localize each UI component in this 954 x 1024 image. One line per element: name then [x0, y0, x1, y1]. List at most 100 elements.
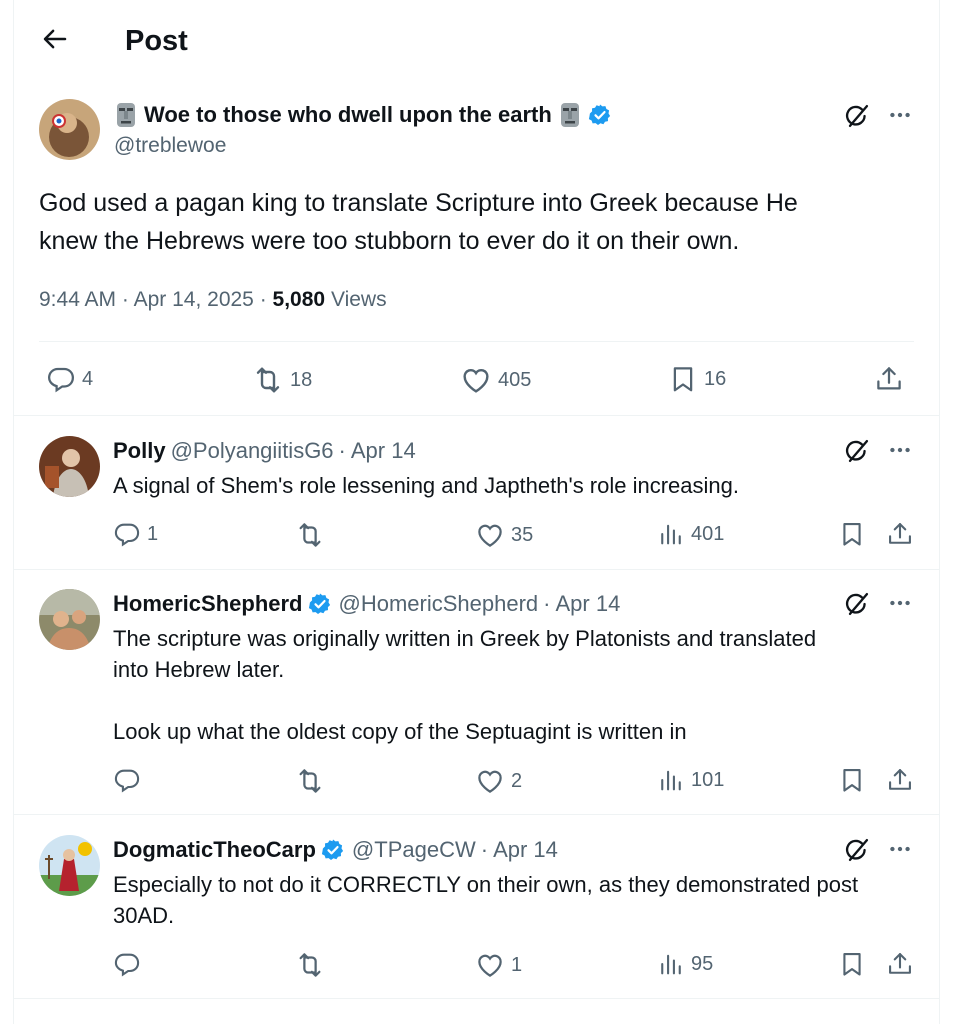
handle[interactable]: @treblewoe [114, 132, 226, 160]
repost-icon [252, 364, 284, 396]
reply-text-line: 30AD. [113, 903, 175, 928]
reply-button[interactable]: 4 [46, 364, 93, 394]
reply-text: A signal of Shem's role lessening and Ja… [113, 470, 923, 501]
like-button[interactable]: 405 [460, 364, 531, 396]
grok-icon [843, 437, 871, 465]
like-count: 35 [511, 523, 534, 546]
reply-text-line: into Hebrew later. [113, 657, 285, 682]
more-icon [887, 590, 913, 616]
views-icon [657, 520, 685, 548]
handle[interactable]: @PolyangiitisG6 [171, 436, 334, 466]
views-icon [657, 766, 685, 794]
like-count: 2 [511, 769, 523, 792]
more-button[interactable] [887, 590, 913, 616]
post-text-line: God used a pagan king to translate Scrip… [39, 189, 798, 217]
post-meta: 9:44 AM · Apr 14, 2025 · 5,080 Views [39, 285, 387, 315]
display-name[interactable]: Polly [113, 436, 166, 466]
like-button[interactable]: 1 [475, 950, 522, 980]
like-button[interactable]: 35 [475, 520, 533, 550]
back-button[interactable] [40, 24, 70, 54]
more-button[interactable] [887, 437, 913, 463]
reply-button[interactable] [113, 950, 147, 978]
reply-button[interactable]: 1 [113, 520, 158, 548]
bookmark-icon [838, 766, 866, 794]
display-name[interactable]: HomericShepherd [113, 589, 303, 619]
reply-icon [113, 950, 141, 978]
verified-badge-icon [321, 838, 345, 862]
moai-icon [115, 102, 137, 128]
grok-button[interactable] [843, 102, 871, 130]
bookmark-button[interactable] [838, 766, 866, 794]
views-label: Views [330, 288, 387, 311]
heart-icon [460, 364, 492, 396]
reply-text-line: Especially to not do it CORRECTLY on the… [113, 872, 859, 897]
share-button[interactable] [874, 364, 904, 394]
repost-button[interactable] [295, 520, 331, 550]
more-icon [887, 836, 913, 862]
share-button[interactable] [886, 766, 914, 794]
separator: · [480, 837, 489, 862]
repost-count: 18 [290, 368, 313, 391]
reply-header: DogmaticTheoCarp @TPageCW · Apr 14 [113, 835, 558, 865]
more-button[interactable] [887, 836, 913, 862]
bookmark-icon [838, 520, 866, 548]
reply-icon [46, 364, 76, 394]
post-time[interactable]: 9:44 AM [39, 288, 116, 311]
share-icon [886, 520, 914, 548]
display-name[interactable]: Woe to those who dwell upon the earth [144, 102, 552, 128]
repost-icon [295, 950, 325, 980]
reply-text-line: A signal of Shem's role lessening and Ja… [113, 473, 739, 498]
handle[interactable]: @TPageCW [352, 835, 476, 865]
repost-button[interactable] [295, 950, 331, 980]
reply-count: 1 [147, 522, 159, 545]
post-text: God used a pagan king to translate Scrip… [39, 184, 919, 260]
reply-button[interactable] [113, 766, 147, 794]
grok-button[interactable] [843, 590, 871, 618]
repost-button[interactable]: 18 [252, 364, 312, 396]
author-name-row[interactable]: Woe to those who dwell upon the earth [115, 100, 612, 130]
separator: · [121, 288, 129, 311]
share-icon [874, 364, 904, 394]
avatar[interactable] [39, 835, 100, 896]
views-icon [657, 950, 685, 978]
repost-button[interactable] [295, 766, 331, 796]
separator: · [259, 288, 267, 311]
like-count: 405 [498, 368, 532, 391]
separator: · [543, 591, 551, 616]
reply-date[interactable]: Apr 14 [555, 589, 620, 619]
reply-date[interactable]: Apr 14 [493, 835, 558, 865]
more-button[interactable] [887, 102, 913, 128]
avatar[interactable] [39, 436, 100, 497]
post-date[interactable]: Apr 14, 2025 [134, 288, 254, 311]
avatar[interactable] [39, 99, 100, 160]
bookmark-icon [668, 364, 698, 394]
views-button[interactable]: 95 [657, 950, 713, 978]
page-title: Post [125, 25, 188, 57]
reply-count: 4 [82, 367, 94, 390]
bookmark-button[interactable] [838, 950, 866, 978]
reply-icon [113, 766, 141, 794]
share-button[interactable] [886, 520, 914, 548]
reply-text: Especially to not do it CORRECTLY on the… [113, 869, 923, 931]
display-name[interactable]: DogmaticTheoCarp [113, 835, 316, 865]
avatar[interactable] [39, 589, 100, 650]
verified-badge-icon [308, 592, 332, 616]
bookmark-button[interactable] [838, 520, 866, 548]
views-button[interactable]: 401 [657, 520, 724, 548]
share-button[interactable] [886, 950, 914, 978]
bookmark-count: 16 [704, 367, 727, 390]
handle[interactable]: @HomericShepherd [339, 589, 539, 619]
like-button[interactable]: 2 [475, 766, 522, 796]
divider [39, 341, 914, 342]
heart-icon [475, 766, 505, 796]
bookmark-button[interactable]: 16 [668, 364, 726, 394]
grok-button[interactable] [843, 437, 871, 465]
share-icon [886, 950, 914, 978]
reply-date[interactable]: Apr 14 [351, 436, 416, 466]
views-button[interactable]: 101 [657, 766, 724, 794]
more-icon [887, 102, 913, 128]
grok-icon [843, 836, 871, 864]
grok-button[interactable] [843, 836, 871, 864]
repost-icon [295, 766, 325, 796]
